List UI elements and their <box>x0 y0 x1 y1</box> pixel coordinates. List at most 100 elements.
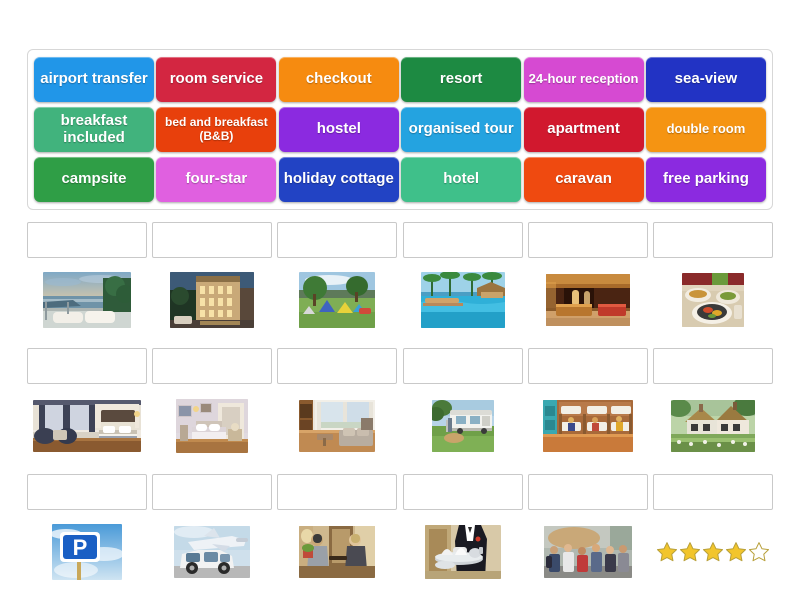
tile-sea-view[interactable]: sea-view <box>645 57 766 102</box>
thumb-wrap-1-1 <box>27 266 147 334</box>
dropzone-3-6[interactable] <box>652 474 773 510</box>
answer-cell-3-4 <box>402 474 523 586</box>
thumb-wrap-3-2 <box>152 518 272 586</box>
answer-cell-2-5 <box>527 348 648 460</box>
tile-four-star[interactable]: four-star <box>156 157 277 202</box>
tile-breakfast-included[interactable]: breakfast included <box>34 107 154 152</box>
answer-cell-1-3 <box>277 222 398 334</box>
tile-organised-tour[interactable]: organised tour <box>401 107 522 152</box>
answer-row-3: P <box>27 474 773 586</box>
dropzone-2-6[interactable] <box>652 348 773 384</box>
answer-cell-3-2 <box>152 474 273 586</box>
tile-room-service[interactable]: room service <box>156 57 277 102</box>
dropzone-2-1[interactable] <box>27 348 147 384</box>
dropzone-3-1[interactable] <box>27 474 147 510</box>
tile-resort[interactable]: resort <box>401 57 522 102</box>
thumb-wrap-2-6 <box>653 392 773 460</box>
answer-cell-1-5 <box>527 222 648 334</box>
match-up-activity: airport transfer room service checkout r… <box>0 0 800 600</box>
star-filled-3 <box>702 541 724 563</box>
answer-cell-1-1 <box>27 222 147 334</box>
dropzone-2-4[interactable] <box>402 348 523 384</box>
answer-grid: P <box>27 222 773 600</box>
thumb-wrap-3-6 <box>653 518 773 586</box>
dropzone-2-2[interactable] <box>152 348 273 384</box>
campsite-tents-photo <box>299 272 376 328</box>
dropzone-3-5[interactable] <box>527 474 648 510</box>
thumb-wrap-2-3 <box>277 392 397 460</box>
answer-cell-3-5 <box>527 474 648 586</box>
holiday-cottage-photo <box>670 400 755 452</box>
dropzone-1-3[interactable] <box>277 222 398 258</box>
thumb-wrap-2-2 <box>152 392 272 460</box>
answer-cell-2-2 <box>152 348 273 460</box>
four-star-rating-graphic <box>656 541 770 563</box>
double-room-bedroom-photo <box>33 400 141 452</box>
thumb-wrap-1-3 <box>277 266 397 334</box>
organised-tour-group-photo <box>543 526 632 578</box>
thumb-wrap-2-4 <box>403 392 523 460</box>
thumb-wrap-2-1 <box>27 392 147 460</box>
dropzone-1-6[interactable] <box>652 222 773 258</box>
dropzone-1-1[interactable] <box>27 222 147 258</box>
svg-text:P: P <box>73 535 88 560</box>
answer-row-2 <box>27 348 773 460</box>
airport-transfer-van-photo <box>174 526 251 578</box>
tile-double-room[interactable]: double room <box>645 107 766 152</box>
star-filled-2 <box>679 541 701 563</box>
answer-cell-2-3 <box>277 348 398 460</box>
thumb-wrap-3-1: P <box>27 518 147 586</box>
tile-free-parking[interactable]: free parking <box>645 157 766 202</box>
tile-caravan[interactable]: caravan <box>523 157 644 202</box>
tile-bank-row-1: airport transfer room service checkout r… <box>34 57 766 102</box>
star-filled-1 <box>656 541 678 563</box>
apartment-living-room-photo <box>299 400 376 452</box>
dropzone-1-5[interactable] <box>527 222 648 258</box>
thumb-wrap-2-5 <box>528 392 648 460</box>
dropzone-2-3[interactable] <box>277 348 398 384</box>
dropzone-2-5[interactable] <box>527 348 648 384</box>
tile-apartment[interactable]: apartment <box>523 107 644 152</box>
resort-pool-photo <box>420 272 505 328</box>
thumb-wrap-3-3 <box>277 518 397 586</box>
tile-campsite[interactable]: campsite <box>34 157 154 202</box>
star-filled-4 <box>725 541 747 563</box>
tile-bed-and-breakfast[interactable]: bed and breakfast (B&B) <box>156 107 277 152</box>
thumb-wrap-1-6 <box>653 266 773 334</box>
answer-cell-2-4 <box>402 348 523 460</box>
dropzone-1-2[interactable] <box>152 222 273 258</box>
grand-hotel-facade-photo <box>170 272 255 328</box>
dropzone-1-4[interactable] <box>402 222 523 258</box>
thumb-wrap-1-5 <box>528 266 648 334</box>
tile-24-hour-reception[interactable]: 24-hour reception <box>523 57 644 102</box>
tile-holiday-cottage[interactable]: holiday cottage <box>278 157 399 202</box>
tile-airport-transfer[interactable]: airport transfer <box>34 57 154 102</box>
tile-hostel[interactable]: hostel <box>278 107 399 152</box>
answer-cell-2-6 <box>652 348 773 460</box>
breakfast-plate-photo <box>681 273 744 327</box>
bed-and-breakfast-room-photo <box>176 399 249 453</box>
thumb-wrap-1-2 <box>152 266 272 334</box>
answer-cell-3-6 <box>652 474 773 586</box>
tile-bank-row-3: campsite four-star holiday cottage hotel… <box>34 157 766 202</box>
answer-cell-2-1 <box>27 348 147 460</box>
dropzone-3-3[interactable] <box>277 474 398 510</box>
answer-cell-1-4 <box>402 222 523 334</box>
hotel-reception-lobby-photo <box>545 274 630 326</box>
caravan-photo <box>431 400 494 452</box>
tile-checkout[interactable]: checkout <box>278 57 399 102</box>
thumb-wrap-3-4 <box>403 518 523 586</box>
answer-cell-3-3 <box>277 474 398 586</box>
parking-sign-photo: P <box>52 524 122 580</box>
tile-bank-row-2: breakfast included bed and breakfast (B&… <box>34 107 766 152</box>
dropzone-3-4[interactable] <box>402 474 523 510</box>
tile-bank: airport transfer room service checkout r… <box>27 49 773 210</box>
room-service-waiter-photo <box>424 525 501 579</box>
sea-view-terrace-photo <box>43 272 131 328</box>
answer-row-1 <box>27 222 773 334</box>
hostel-dormitory-photo <box>542 400 633 452</box>
thumb-wrap-3-5 <box>528 518 648 586</box>
tile-hotel[interactable]: hotel <box>401 157 522 202</box>
answer-cell-1-6 <box>652 222 773 334</box>
dropzone-3-2[interactable] <box>152 474 273 510</box>
